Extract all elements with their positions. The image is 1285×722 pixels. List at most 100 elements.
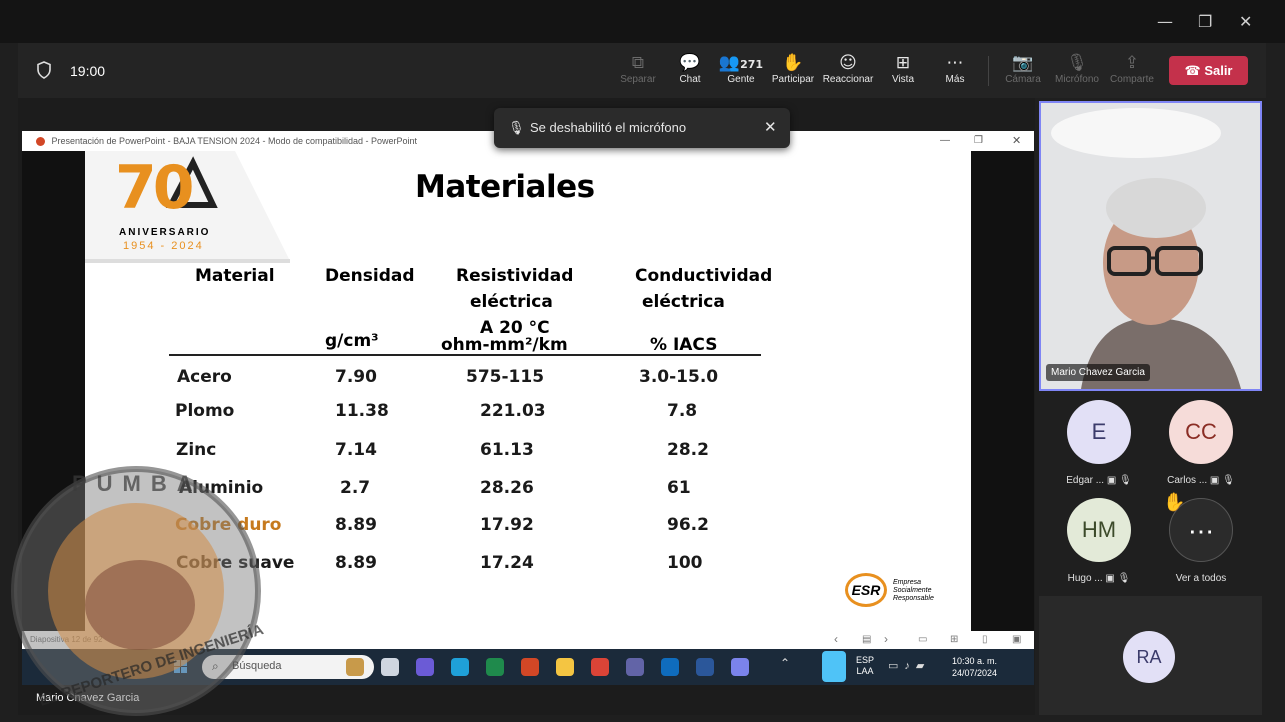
mic-off-icon: 🎙	[1066, 53, 1088, 73]
toolbar-separar-button[interactable]: ⧉ Separar	[612, 52, 664, 85]
files-icon[interactable]	[346, 658, 364, 676]
pp-minimize-icon[interactable]: —	[940, 131, 950, 151]
toolbar-divider	[988, 56, 989, 86]
slide-letterbox-right	[971, 151, 1034, 631]
esr-badge: ESR	[845, 573, 887, 607]
ra-participant-tile[interactable]: RA	[1039, 596, 1262, 715]
toolbar-label: Chat	[679, 74, 701, 85]
outlook-icon[interactable]	[661, 658, 679, 676]
header-density-unit: g/cm³	[325, 331, 379, 351]
cell-resistivity: 575-115	[466, 367, 545, 387]
toolbar-comparte-button[interactable]: ⇪ Comparte	[1106, 52, 1158, 85]
reading-view-icon[interactable]: ▯	[982, 631, 988, 649]
chrome-icon[interactable]	[591, 658, 609, 676]
teams-icon[interactable]	[416, 658, 434, 676]
cell-material: Plomo	[175, 401, 235, 421]
toolbar-label: Vista	[891, 74, 915, 85]
pp-restore-icon[interactable]: ❐	[974, 131, 983, 151]
language-indicator[interactable]: ESP LAA	[856, 655, 874, 677]
more-icon: ⋯	[946, 53, 964, 73]
edge-icon[interactable]	[451, 658, 469, 676]
header-density: Densidad	[325, 266, 415, 286]
header-resistivity-2: eléctrica	[470, 292, 553, 312]
cell-conductivity: 28.2	[667, 440, 709, 460]
tray-icons[interactable]: ▭♪▰	[888, 659, 930, 672]
clock[interactable]: 10:30 a. m. 24/07/2024	[952, 655, 997, 679]
cell-density: 8.89	[335, 515, 377, 535]
camera-off-icon: 📷	[1012, 53, 1034, 73]
toolbar-micrófono-button[interactable]: 🎙 Micrófono	[1051, 52, 1103, 85]
toolbar-gente-button[interactable]: 👥271 Gente	[715, 52, 767, 85]
powerpoint-icon	[36, 137, 45, 147]
toolbar-participar-button[interactable]: ✋ Participar	[767, 52, 819, 85]
meeting-timer: 19:00	[70, 63, 106, 79]
react-icon: ☺	[839, 53, 857, 73]
toolbar-cámara-button[interactable]: 📷 Cámara	[997, 52, 1049, 85]
esr-text: Empresa Socialmente Responsable	[893, 579, 934, 602]
word-icon[interactable]	[696, 658, 714, 676]
raised-hand-icon: ✋	[1163, 492, 1186, 512]
teams-work-icon[interactable]	[626, 658, 644, 676]
toolbar-label: Micrófono	[1055, 74, 1099, 85]
cell-resistivity: 17.92	[480, 515, 534, 535]
sorter-view-icon[interactable]: ⊞	[950, 631, 958, 649]
cell-resistivity: 28.26	[480, 478, 534, 498]
cell-density: 7.14	[335, 440, 377, 460]
toolbar-label: Reaccionar	[822, 74, 874, 85]
close-icon[interactable]: ✕	[1239, 12, 1252, 31]
people-icon: 👥271	[718, 53, 764, 73]
cell-density: 8.89	[335, 553, 377, 573]
pp-close-icon[interactable]: ✕	[1012, 131, 1021, 151]
minimize-icon[interactable]: —	[1157, 12, 1173, 31]
slideshow-icon[interactable]: ▣	[1012, 631, 1021, 649]
header-material: Material	[195, 266, 275, 286]
maximize-icon[interactable]: ❐	[1198, 12, 1212, 31]
powerpoint-icon[interactable]	[521, 658, 539, 676]
avatar: CC	[1169, 400, 1233, 464]
view-icon: ⊞	[895, 53, 911, 73]
mic-disabled-toast: 🎙 Se deshabilitó el micrófono ✕	[494, 108, 790, 148]
watermark-logo: PUMBA EL REPORTERO DE INGENIERÍA	[10, 465, 266, 717]
next-slide-icon[interactable]: ›	[884, 630, 888, 648]
avatar: HM	[1067, 498, 1131, 562]
explorer-icon[interactable]	[556, 658, 574, 676]
tray-chevron-icon[interactable]: ⌃	[780, 656, 790, 670]
excel-icon[interactable]	[486, 658, 504, 676]
leave-button[interactable]: ☎ Salir	[1169, 56, 1248, 85]
cell-resistivity: 221.03	[480, 401, 546, 421]
speaker-video[interactable]	[1039, 101, 1262, 391]
copilot-icon[interactable]	[381, 658, 399, 676]
toolbar-reaccionar-button[interactable]: ☺ Reaccionar	[822, 52, 874, 85]
normal-view-icon[interactable]: ▭	[918, 631, 927, 649]
mic-off-icon: 🎙	[508, 120, 525, 135]
cell-resistivity: 17.24	[480, 553, 534, 573]
window-titlebar	[0, 0, 1285, 43]
cell-density: 11.38	[335, 401, 389, 421]
toolbar-label: Separar	[620, 74, 656, 85]
teams-3-icon[interactable]	[731, 658, 749, 676]
slide-title: Materiales	[415, 169, 595, 205]
toolbar-label: Gente	[727, 74, 755, 85]
header-conductivity-2: eléctrica	[642, 292, 725, 312]
table-rule	[169, 354, 761, 356]
header-conductivity-unit: % IACS	[650, 335, 718, 355]
cell-density: 2.7	[340, 478, 371, 498]
prev-slide-icon[interactable]: ‹	[834, 630, 838, 648]
watermark-top-text: PUMBA	[72, 471, 203, 496]
participant-tile[interactable]: CC Carlos ... ▣ 🎙	[1151, 400, 1251, 486]
toolbar-vista-button[interactable]: ⊞ Vista	[877, 52, 929, 85]
toast-close-icon[interactable]: ✕	[764, 108, 777, 148]
anniversary-logo: 70 ANIVERSARIO 1954 - 2024	[85, 151, 290, 263]
avatar: RA	[1123, 631, 1175, 683]
avatar: E	[1067, 400, 1131, 464]
notes-icon[interactable]: ▤	[862, 631, 871, 649]
toolbar-chat-button[interactable]: 💬 Chat	[664, 52, 716, 85]
participant-tile[interactable]: HM Hugo ... ▣ 🎙	[1049, 498, 1149, 584]
participant-tile[interactable]: E Edgar ... ▣ 🎙	[1049, 400, 1149, 486]
cell-conductivity: 7.8	[667, 401, 698, 421]
cell-conductivity: 3.0-15.0	[639, 367, 719, 387]
mic-tray-icon[interactable]	[822, 651, 846, 682]
toolbar-label: Cámara	[1005, 74, 1041, 85]
video-name-label: Mario Chavez Garcia	[1046, 364, 1150, 381]
toolbar-más-button[interactable]: ⋯ Más	[929, 52, 981, 85]
